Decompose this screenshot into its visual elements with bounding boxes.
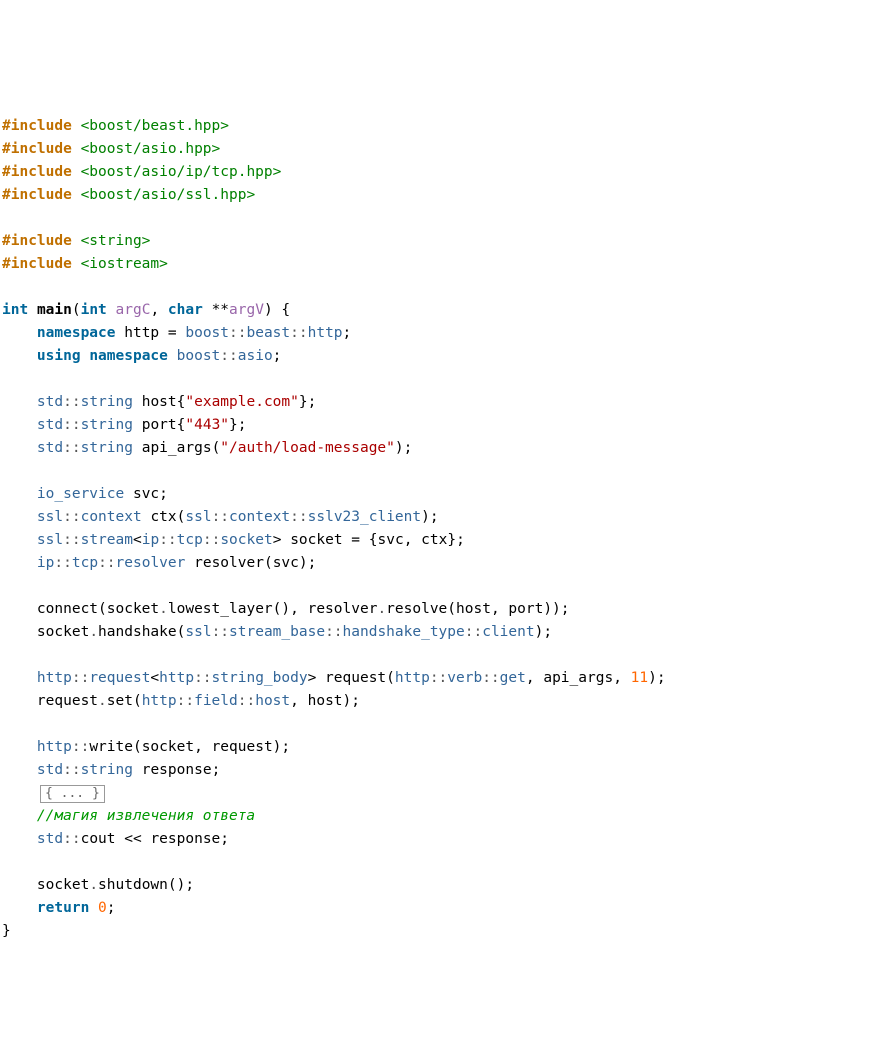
- blank-line: [2, 210, 11, 226]
- code-line: #include <iostream>: [2, 256, 168, 272]
- code-line: ssl::stream<ip::tcp::socket> socket = {s…: [2, 532, 465, 548]
- code-line: ip::tcp::resolver resolver(svc);: [2, 555, 316, 571]
- preprocessor: #include: [2, 256, 81, 272]
- code-line: io_service svc;: [2, 486, 168, 502]
- code-line: namespace http = boost::beast::http;: [2, 325, 351, 341]
- code-line: using namespace boost::asio;: [2, 348, 281, 364]
- code-line: std::string response;: [2, 762, 220, 778]
- code-line: std::string host{"example.com"};: [2, 394, 316, 410]
- code-line: http::request<http::string_body> request…: [2, 670, 666, 686]
- code-line: connect(socket.lowest_layer(), resolver.…: [2, 601, 570, 617]
- preprocessor: #include: [2, 187, 81, 203]
- code-line: //магия извлечения ответа: [2, 808, 255, 824]
- comment: //магия извлечения ответа: [37, 808, 255, 824]
- code-line: #include <string>: [2, 233, 150, 249]
- blank-line: [2, 578, 11, 594]
- code-line: #include <boost/asio/ssl.hpp>: [2, 187, 255, 203]
- code-line: #include <boost/beast.hpp>: [2, 118, 229, 134]
- preprocessor: #include: [2, 233, 81, 249]
- code-line: request.set(http::field::host, host);: [2, 693, 360, 709]
- code-line: #include <boost/asio/ip/tcp.hpp>: [2, 164, 281, 180]
- blank-line: [2, 647, 11, 663]
- code-line: int main(int argC, char **argV) {: [2, 302, 290, 318]
- code-line: }: [2, 923, 11, 939]
- code-block: #include <boost/beast.hpp> #include <boo…: [0, 92, 887, 943]
- code-line: #include <boost/asio.hpp>: [2, 141, 220, 157]
- blank-line: [2, 463, 11, 479]
- blank-line: [2, 371, 11, 387]
- code-line: socket.shutdown();: [2, 877, 194, 893]
- blank-line: [2, 716, 11, 732]
- header-name: <iostream>: [81, 256, 168, 272]
- header-name: <boost/beast.hpp>: [81, 118, 229, 134]
- function-main: main: [37, 302, 72, 318]
- preprocessor: #include: [2, 118, 81, 134]
- blank-line: [2, 854, 11, 870]
- code-fold-marker[interactable]: { ... }: [40, 785, 105, 803]
- header-name: <boost/asio.hpp>: [81, 141, 221, 157]
- preprocessor: #include: [2, 141, 81, 157]
- code-line: std::string api_args("/auth/load-message…: [2, 440, 412, 456]
- code-line: http::write(socket, request);: [2, 739, 290, 755]
- code-line: std::string port{"443"};: [2, 417, 247, 433]
- code-line: ssl::context ctx(ssl::context::sslv23_cl…: [2, 509, 439, 525]
- param-argv: argV: [229, 302, 264, 318]
- preprocessor: #include: [2, 164, 81, 180]
- code-line: std::cout << response;: [2, 831, 229, 847]
- code-line: socket.handshake(ssl::stream_base::hands…: [2, 624, 552, 640]
- header-name: <boost/asio/ip/tcp.hpp>: [81, 164, 282, 180]
- header-name: <boost/asio/ssl.hpp>: [81, 187, 256, 203]
- code-line: return 0;: [2, 900, 116, 916]
- header-name: <string>: [81, 233, 151, 249]
- blank-line: [2, 279, 11, 295]
- keyword-int: int: [2, 302, 28, 318]
- param-argc: argC: [116, 302, 151, 318]
